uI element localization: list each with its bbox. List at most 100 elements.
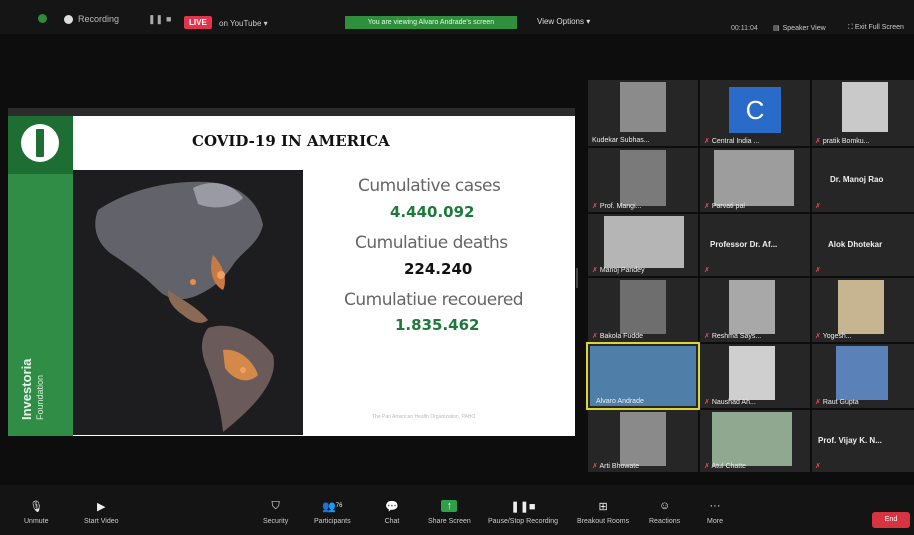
brand-subtitle: Foundation bbox=[35, 374, 45, 420]
view-options-button[interactable]: View Options ▾ bbox=[537, 17, 590, 26]
participant-name: Professor Dr. Af... bbox=[710, 240, 778, 249]
muted-mic-icon: ✗ bbox=[815, 203, 821, 210]
participants-icon: 👥 76 bbox=[322, 500, 343, 513]
participant-name: Arti Bhowate bbox=[599, 463, 640, 470]
pause-recording-label: Pause/Stop Recording bbox=[488, 518, 559, 525]
muted-mic-icon: ✗ bbox=[592, 267, 598, 274]
participant-name: Kudekar Subhas... bbox=[592, 137, 650, 144]
start-video-label: Start Video bbox=[84, 518, 119, 525]
share-screen-label: Share Screen bbox=[428, 518, 471, 525]
start-video-button[interactable]: ▶ Start Video bbox=[84, 500, 119, 526]
pause-icon[interactable]: ❚❚ bbox=[148, 14, 163, 25]
participant-name: Atul Chatte bbox=[711, 463, 747, 470]
cumulative-cases-value: 4.440.092 bbox=[390, 203, 475, 221]
participant-count: 76 bbox=[335, 503, 343, 509]
participant-video bbox=[842, 82, 888, 132]
muted-mic-icon: ✗ bbox=[815, 463, 821, 470]
viewing-screen-banner: You are viewing Alvaro Andrade's screen bbox=[345, 16, 517, 29]
mic-icon: 🎙 bbox=[29, 500, 44, 513]
participant-name: Reshma Says... bbox=[711, 333, 762, 340]
participant-video bbox=[729, 280, 775, 334]
muted-mic-icon: ✗ bbox=[592, 333, 598, 340]
grid-view-icon: ▤ bbox=[773, 25, 780, 32]
muted-mic-icon: ✗ bbox=[592, 463, 598, 470]
participant-name: Manoj Pandey bbox=[599, 267, 645, 274]
participant-name: Raut Gupta bbox=[822, 399, 859, 406]
participant-video bbox=[729, 346, 775, 400]
exit-fullscreen-label: Exit Full Screen bbox=[854, 24, 904, 31]
participant-video bbox=[620, 150, 666, 206]
muted-mic-icon: ✗ bbox=[815, 138, 821, 145]
emoji-reaction-icon: ☺ bbox=[658, 500, 671, 512]
participants-button[interactable]: 👥 76 Participants bbox=[314, 500, 351, 526]
muted-mic-icon: ✗ bbox=[592, 203, 598, 210]
cumulative-recovered-value: 1.835.462 bbox=[395, 316, 480, 334]
muted-mic-icon: ✗ bbox=[704, 399, 710, 406]
reactions-label: Reactions bbox=[649, 518, 681, 525]
chat-label: Chat bbox=[384, 518, 400, 525]
cumulative-recovered-label: Cumulatiue recouered bbox=[344, 290, 524, 310]
participants-label: Participants bbox=[314, 518, 351, 525]
participant-avatar: C bbox=[729, 87, 781, 133]
ellipsis-icon: ··· bbox=[709, 500, 721, 512]
muted-mic-icon: ✗ bbox=[704, 333, 710, 340]
recording-label: Recording bbox=[78, 14, 120, 24]
breakout-rooms-button[interactable]: ⊞ Breakout Rooms bbox=[577, 500, 630, 526]
participant-name: Bakola Fudde bbox=[599, 333, 644, 340]
participant-name: Yogesh... bbox=[822, 333, 852, 340]
recording-indicator: Recording bbox=[64, 14, 119, 24]
unmute-label: Unmute bbox=[24, 518, 49, 525]
muted-mic-icon: ✗ bbox=[704, 203, 710, 210]
more-label: More bbox=[707, 518, 723, 525]
meeting-timer: 00:11:04 bbox=[731, 25, 758, 32]
participant-video bbox=[620, 412, 666, 466]
muted-mic-icon: ✗ bbox=[704, 267, 710, 274]
participant-video bbox=[590, 346, 696, 406]
participant-video bbox=[620, 82, 666, 132]
participant-name: Parvati pal bbox=[711, 203, 745, 210]
pause-stop-recording-button[interactable]: ❚❚■ Pause/Stop Recording bbox=[488, 500, 559, 526]
chat-button[interactable]: 💬 Chat bbox=[384, 500, 400, 526]
muted-mic-icon: ✗ bbox=[815, 333, 821, 340]
participant-name: Alok Dhotekar bbox=[828, 240, 883, 249]
slide-source-note: The Pan American Health Organization, PA… bbox=[372, 414, 476, 420]
cumulative-deaths-label: Cumulatiue deaths bbox=[355, 233, 508, 253]
share-screen-icon: ↑ bbox=[441, 500, 458, 512]
breakout-label: Breakout Rooms bbox=[577, 518, 630, 525]
video-camera-icon: ▶ bbox=[97, 500, 106, 513]
unmute-button[interactable]: 🎙 Unmute bbox=[24, 500, 49, 526]
cumulative-deaths-value: 224.240 bbox=[404, 260, 473, 278]
security-label: Security bbox=[263, 518, 289, 525]
participant-name: Central India ... bbox=[711, 138, 760, 145]
breakout-grid-icon: ⊞ bbox=[598, 500, 608, 513]
cumulative-cases-label: Cumulative cases bbox=[358, 176, 501, 196]
participant-name: Prof. Mangi... bbox=[599, 203, 642, 210]
reactions-button[interactable]: ☺ Reactions bbox=[649, 500, 680, 525]
muted-mic-icon: ✗ bbox=[815, 267, 821, 274]
muted-mic-icon: ✗ bbox=[704, 138, 710, 145]
participant-name: Alvaro Andrade bbox=[596, 398, 644, 405]
share-screen-button[interactable]: ↑ Share Screen bbox=[428, 500, 471, 525]
live-target-dropdown[interactable]: on YouTube ▾ bbox=[219, 19, 268, 28]
exit-fullscreen-button[interactable]: ⛶ Exit Full Screen bbox=[848, 24, 904, 32]
pause-stop-icon: ❚❚■ bbox=[510, 500, 536, 513]
participant-video bbox=[714, 150, 794, 206]
chat-icon: 💬 bbox=[385, 500, 399, 513]
live-badge: LIVE bbox=[184, 16, 212, 29]
speaker-view-button[interactable]: ▤ Speaker View bbox=[773, 24, 826, 33]
brand-name: Investoria bbox=[19, 358, 34, 420]
record-dot-icon bbox=[64, 14, 73, 24]
end-meeting-button[interactable]: End bbox=[872, 512, 910, 528]
shield-status-icon bbox=[38, 14, 47, 23]
panel-divider-handle[interactable] bbox=[576, 268, 578, 288]
security-button[interactable]: ⛉ Security bbox=[263, 499, 289, 526]
logo-mark bbox=[36, 129, 44, 157]
americas-map-image bbox=[73, 170, 303, 435]
shield-icon: ⛉ bbox=[271, 499, 280, 512]
stop-icon[interactable]: ■ bbox=[166, 14, 171, 24]
participant-video bbox=[604, 216, 684, 268]
more-button[interactable]: ··· More bbox=[707, 500, 723, 525]
participant-name: pratik Bomku... bbox=[822, 138, 870, 145]
slide-title: COVID-19 IN AMERICA bbox=[192, 132, 390, 150]
participant-name: Naushad Ah... bbox=[711, 399, 756, 406]
